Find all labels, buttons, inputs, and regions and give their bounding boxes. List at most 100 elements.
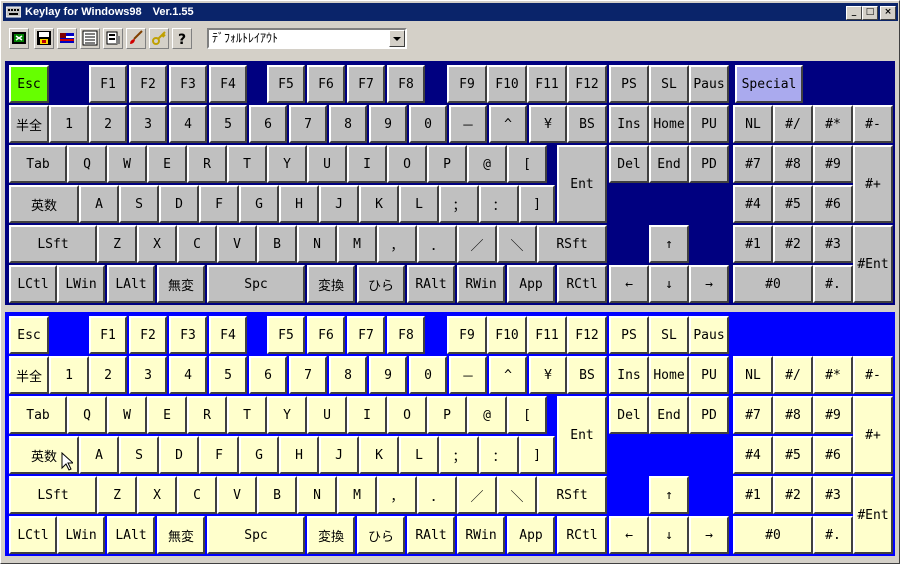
key-99[interactable]: ひら (357, 516, 405, 554)
save-icon[interactable] (34, 28, 54, 49)
key-rsft[interactable]: RSft (537, 476, 607, 514)
key-l[interactable]: L (399, 436, 439, 474)
help-icon[interactable]: ? (172, 28, 192, 49)
key-2[interactable]: 2 (89, 105, 127, 143)
key-7[interactable]: #7 (733, 145, 773, 183)
key-6[interactable]: #6 (813, 436, 853, 474)
key-9[interactable]: #9 (813, 145, 853, 183)
key-0[interactable]: 0 (409, 356, 447, 394)
key-f10[interactable]: F10 (487, 65, 527, 103)
key-k[interactable]: K (359, 185, 399, 223)
key-9[interactable]: #9 (813, 396, 853, 434)
list-icon[interactable] (80, 28, 100, 49)
key-del[interactable]: Del (609, 396, 649, 434)
key-27[interactable]: － (449, 105, 487, 143)
key-f11[interactable]: F11 (527, 316, 567, 354)
key-m[interactable]: M (337, 225, 377, 263)
key-9[interactable]: 9 (369, 105, 407, 143)
key-j[interactable]: J (319, 185, 359, 223)
key-o[interactable]: O (387, 145, 427, 183)
key-p[interactable]: P (427, 396, 467, 434)
key-37[interactable]: #- (853, 356, 893, 394)
key-end[interactable]: End (649, 145, 689, 183)
key-3[interactable]: #3 (813, 476, 853, 514)
key-105[interactable]: ↓ (649, 516, 689, 554)
key-z[interactable]: Z (97, 225, 137, 263)
key-ent[interactable]: Ent (557, 145, 607, 223)
key-n[interactable]: N (297, 476, 337, 514)
key-u[interactable]: U (307, 145, 347, 183)
key-8[interactable]: 8 (329, 356, 367, 394)
key-f4[interactable]: F4 (209, 65, 247, 103)
key-106[interactable]: → (689, 516, 729, 554)
key-7[interactable]: 7 (289, 356, 327, 394)
key-rctl[interactable]: RCtl (557, 265, 607, 303)
key-s[interactable]: S (119, 185, 159, 223)
key-lctl[interactable]: LCtl (9, 516, 57, 554)
key-16[interactable]: 半全 (9, 105, 49, 143)
key-3[interactable]: #3 (813, 225, 853, 263)
key-36[interactable]: #* (813, 105, 853, 143)
key-m[interactable]: M (337, 476, 377, 514)
key-lalt[interactable]: LAlt (107, 265, 155, 303)
key-50[interactable]: [ (507, 396, 547, 434)
key-70[interactable]: ： (479, 436, 519, 474)
key-1[interactable]: 1 (49, 356, 89, 394)
key-f1[interactable]: F1 (89, 316, 127, 354)
key-p[interactable]: P (427, 145, 467, 183)
key-pu[interactable]: PU (689, 105, 729, 143)
key-f9[interactable]: F9 (447, 65, 487, 103)
key-r[interactable]: R (187, 145, 227, 183)
key-ins[interactable]: Ins (609, 105, 649, 143)
key-49[interactable]: @ (467, 396, 507, 434)
key-lctl[interactable]: LCtl (9, 265, 57, 303)
key-u[interactable]: U (307, 396, 347, 434)
minimize-button[interactable]: _ (846, 6, 862, 20)
key-85[interactable]: ／ (457, 225, 497, 263)
key-88[interactable]: ↑ (649, 476, 689, 514)
key-bs[interactable]: BS (567, 105, 607, 143)
key-g[interactable]: G (239, 185, 279, 223)
key-pd[interactable]: PD (689, 145, 729, 183)
key-v[interactable]: V (217, 476, 257, 514)
key-rwin[interactable]: RWin (457, 516, 505, 554)
key-b[interactable]: B (257, 225, 297, 263)
key-4[interactable]: #4 (733, 436, 773, 474)
key-del[interactable]: Del (609, 145, 649, 183)
key-e[interactable]: E (147, 396, 187, 434)
key-96[interactable]: 無変 (157, 265, 205, 303)
key-nl[interactable]: NL (733, 356, 773, 394)
key-35[interactable]: #/ (773, 356, 813, 394)
key-y[interactable]: Y (267, 396, 307, 434)
key-f6[interactable]: F6 (307, 65, 345, 103)
key-7[interactable]: 7 (289, 105, 327, 143)
key-ralt[interactable]: RAlt (407, 516, 455, 554)
key-104[interactable]: ← (609, 516, 649, 554)
key-104[interactable]: ← (609, 265, 649, 303)
key-f7[interactable]: F7 (347, 316, 385, 354)
key-x[interactable]: X (137, 225, 177, 263)
key-d[interactable]: D (159, 436, 199, 474)
key-ralt[interactable]: RAlt (407, 265, 455, 303)
key-w[interactable]: W (107, 396, 147, 434)
key-f5[interactable]: F5 (267, 65, 305, 103)
key-rwin[interactable]: RWin (457, 265, 505, 303)
key-spc[interactable]: Spc (207, 265, 305, 303)
key-8[interactable]: #8 (773, 145, 813, 183)
key-6[interactable]: #6 (813, 185, 853, 223)
key-f11[interactable]: F11 (527, 65, 567, 103)
key-ent[interactable]: Ent (557, 396, 607, 474)
key-69[interactable]: ； (439, 436, 479, 474)
key-0[interactable]: #0 (733, 265, 813, 303)
key-n[interactable]: N (297, 225, 337, 263)
close-button[interactable]: × (880, 6, 896, 20)
key-98[interactable]: 変換 (307, 516, 355, 554)
key-end[interactable]: End (649, 396, 689, 434)
key-4[interactable]: 4 (169, 105, 207, 143)
key-rsft[interactable]: RSft (537, 225, 607, 263)
key-16[interactable]: 半全 (9, 356, 49, 394)
key-f12[interactable]: F12 (567, 65, 607, 103)
exit-icon[interactable] (9, 28, 29, 49)
key-f12[interactable]: F12 (567, 316, 607, 354)
key-h[interactable]: H (279, 185, 319, 223)
